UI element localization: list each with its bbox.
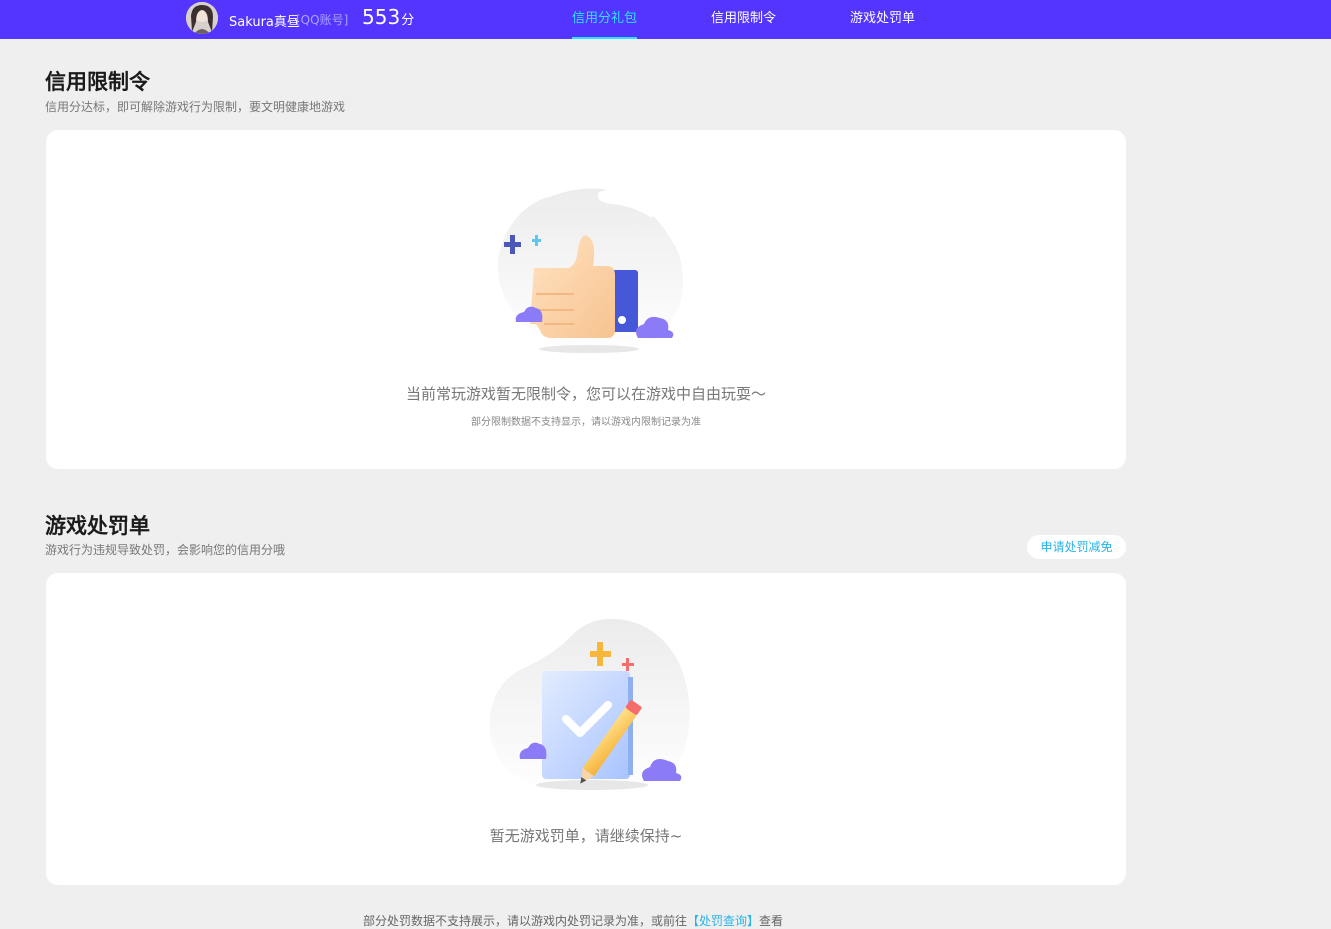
- penalty-section-subtitle: 游戏行为违规导致处罚，会影响您的信用分哦: [45, 543, 286, 557]
- restriction-card: 当前常玩游戏暂无限制令，您可以在游戏中自由玩耍～ 部分限制数据不支持显示，请以游…: [46, 130, 1126, 469]
- penalty-card: 暂无游戏罚单，请继续保持~: [46, 573, 1126, 885]
- penalty-query-link[interactable]: 【处罚查询】: [687, 914, 759, 928]
- score-unit: 分: [401, 13, 415, 28]
- tab-credit-gift[interactable]: 信用分礼包: [572, 0, 638, 39]
- tab-game-penalty[interactable]: 游戏处罚单: [850, 0, 915, 39]
- score-value: 553: [362, 5, 401, 29]
- avatar[interactable]: [186, 2, 218, 34]
- restriction-section-title: 信用限制令: [45, 70, 150, 94]
- apply-penalty-reduction-button[interactable]: 申请处罚减免: [1027, 535, 1126, 559]
- top-nav-bar: Sakura真昼 [QQ账号] 553分 信用分礼包 信用限制令 游戏处罚单: [0, 0, 1331, 39]
- penalty-footer-note: 部分处罚数据不支持展示，请以游戏内处罚记录为准，或前往【处罚查询】查看: [363, 912, 783, 929]
- thumbs-up-icon: [497, 188, 684, 356]
- footer-note-suffix: 查看: [759, 914, 784, 928]
- credit-score: 553分: [362, 5, 414, 29]
- checklist-pencil-icon: [489, 618, 690, 798]
- tab-credit-restriction[interactable]: 信用限制令: [711, 0, 776, 39]
- username: Sakura真昼: [229, 15, 300, 30]
- restriction-section-subtitle: 信用分达标，即可解除游戏行为限制，要文明健康地游戏: [45, 100, 346, 114]
- penalty-section-title: 游戏处罚单: [45, 514, 150, 538]
- footer-note-text: 部分处罚数据不支持展示，请以游戏内处罚记录为准，或前往: [363, 914, 688, 928]
- restriction-note: 部分限制数据不支持显示，请以游戏内限制记录为准: [471, 417, 701, 428]
- account-type-label: [QQ账号]: [296, 13, 349, 27]
- restriction-empty-text: 当前常玩游戏暂无限制令，您可以在游戏中自由玩耍～: [405, 385, 766, 403]
- penalty-empty-text: 暂无游戏罚单，请继续保持~: [489, 827, 683, 845]
